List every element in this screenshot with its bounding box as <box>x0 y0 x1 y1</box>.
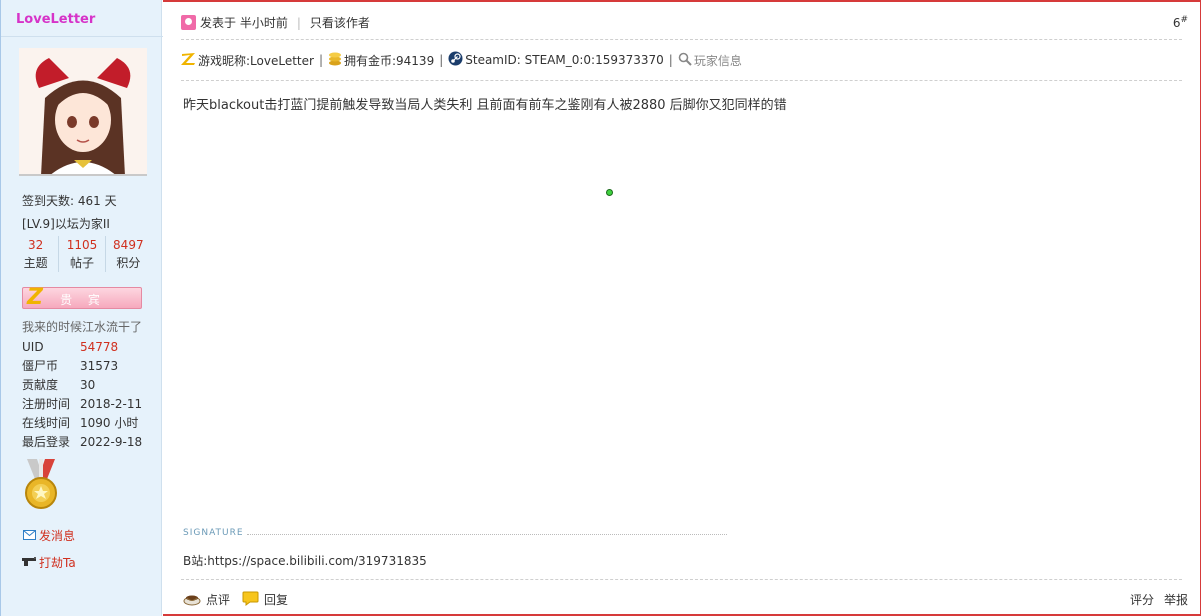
separator: | <box>296 15 301 30</box>
signature-divider <box>247 534 727 535</box>
profile-key: 在线时间 <box>22 416 71 430</box>
user-stats: 32 主题 1105 帖子 8497 积分 <box>13 236 151 272</box>
send-message-link[interactable]: 发消息 <box>22 527 75 544</box>
stat-posts-num: 1105 <box>66 238 98 252</box>
divider <box>181 80 1182 81</box>
profile-value: 30 <box>80 378 96 392</box>
stat-points-label: 积分 <box>116 256 141 270</box>
floor-mark: # <box>1180 15 1188 25</box>
post-actions: 点评 回复 <box>183 590 288 609</box>
divider <box>181 39 1182 40</box>
post-actions-right: 评分 举报 <box>1120 591 1188 608</box>
steam-icon <box>448 51 463 69</box>
player-info-link[interactable]: 玩家信息 <box>694 52 742 69</box>
profile-key: 贡献度 <box>22 378 59 392</box>
author-sidebar: LoveLetter 签到天数: 461 天 [LV.9]以坛为家II 32 主… <box>0 0 163 616</box>
profile-value: 2022-9-18 <box>80 435 143 449</box>
comment-button[interactable]: 点评 <box>206 591 230 608</box>
divider <box>1 36 163 37</box>
coffee-cup-icon <box>183 590 201 609</box>
profile-row-registered: 注册时间 2018-2-11 <box>22 395 152 414</box>
profile-key: 僵尸币 <box>22 359 59 373</box>
stat-topics-num: 32 <box>28 238 44 252</box>
mail-icon <box>22 529 36 543</box>
user-icon <box>181 15 196 30</box>
profile-row-online: 在线时间 1090 小时 <box>22 414 152 433</box>
profile-value: 2018-2-11 <box>80 397 143 411</box>
steam-id: SteamID: STEAM_0:0:159373370 <box>465 53 664 67</box>
stat-topics-label: 主题 <box>23 256 48 270</box>
profile-key: 最后登录 <box>22 435 71 449</box>
profile-key: 注册时间 <box>22 397 71 411</box>
profile-row-coins: 僵尸币 31573 <box>22 357 152 376</box>
reply-button[interactable]: 回复 <box>264 591 288 608</box>
profile-value: 1090 小时 <box>80 416 139 430</box>
post-header: 发表于 半小时前 | 只看该作者 <box>181 14 370 31</box>
separator: | <box>318 53 323 67</box>
user-motto: 我来的时候江水流干了 <box>22 320 143 334</box>
profile-value[interactable]: 54778 <box>80 340 118 354</box>
game-nickname: 游戏昵称:LoveLetter <box>198 53 314 68</box>
player-info-bar: 游戏昵称:LoveLetter | 拥有金币:94139 | SteamID: … <box>181 51 742 69</box>
profile-row-uid: UID 54778 <box>22 338 152 357</box>
post-body: 发表于 半小时前 | 只看该作者 6# 游戏昵称:LoveLetter | 拥有… <box>163 0 1201 616</box>
stat-topics[interactable]: 32 主题 <box>13 236 60 272</box>
profile-row-contribution: 贡献度 30 <box>22 376 152 395</box>
coins-icon <box>328 51 342 69</box>
rob-link[interactable]: 打劫Ta <box>22 554 76 571</box>
report-button[interactable]: 举报 <box>1164 593 1188 607</box>
user-level[interactable]: [LV.9]以坛为家II <box>22 215 110 232</box>
stat-posts-label: 帖子 <box>69 256 94 270</box>
author-username[interactable]: LoveLetter <box>16 12 95 27</box>
signature-label: SIGNATURE <box>183 528 244 538</box>
profile-key: UID <box>22 340 44 354</box>
post-content: 昨天blackout击打蓝门提前触发导致当局人类失利 且前面有前车之鉴刚有人被2… <box>183 98 787 113</box>
profile-row-last-login: 最后登录 2022-9-18 <box>22 433 152 452</box>
gun-icon <box>22 556 36 570</box>
rate-button[interactable]: 评分 <box>1130 593 1154 607</box>
z-logo-icon <box>181 52 196 69</box>
stat-points-num: 8497 <box>113 238 144 252</box>
avatar-image <box>19 48 147 174</box>
post-time: 发表于 半小时前 <box>200 16 288 30</box>
send-message-label: 发消息 <box>39 529 76 543</box>
separator: | <box>668 53 673 67</box>
vip-label: 贵 宾 <box>60 293 106 307</box>
cursor-dot <box>606 189 613 196</box>
only-author-link[interactable]: 只看该作者 <box>310 14 370 31</box>
signature-text: B站:https://space.bilibili.com/319731835 <box>183 554 427 568</box>
rob-label: 打劫Ta <box>39 556 76 570</box>
avatar[interactable] <box>19 48 147 176</box>
floor-number[interactable]: 6# <box>1173 15 1188 30</box>
checkin-days: 签到天数: 461 天 <box>22 194 117 208</box>
coin-count: 拥有金币:94139 <box>343 53 435 68</box>
stat-posts[interactable]: 1105 帖子 <box>59 236 106 272</box>
magnifier-icon <box>678 52 692 69</box>
stat-points[interactable]: 8497 积分 <box>106 236 151 272</box>
divider <box>181 579 1182 580</box>
medal-icon[interactable] <box>21 457 61 513</box>
profile-value: 31573 <box>80 359 119 373</box>
speech-bubble-icon <box>242 591 259 609</box>
vip-badge: Z 贵 宾 <box>22 285 142 310</box>
separator: | <box>439 53 444 67</box>
